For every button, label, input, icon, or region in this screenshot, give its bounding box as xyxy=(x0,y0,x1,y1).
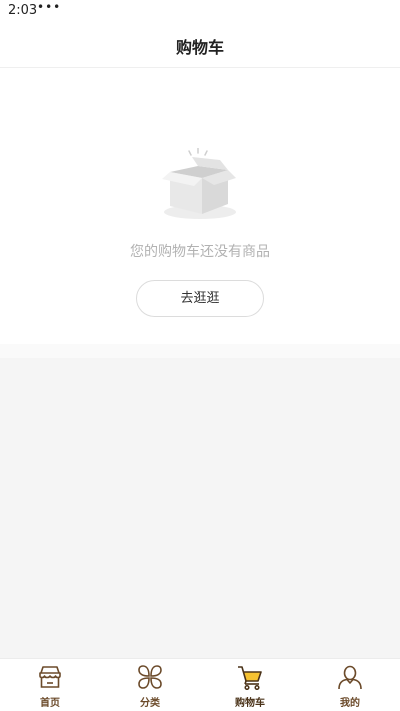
clover-icon xyxy=(138,665,162,689)
tab-home-label: 首页 xyxy=(40,698,60,709)
tab-category[interactable]: 分类 xyxy=(100,659,200,711)
status-more-dots: ••• xyxy=(37,0,62,14)
recommendation-area xyxy=(2,358,398,658)
section-divider xyxy=(0,344,400,358)
tab-mine[interactable]: 我的 xyxy=(300,659,400,711)
tab-home[interactable]: 首页 xyxy=(0,659,100,711)
tab-cart[interactable]: 购物车 xyxy=(200,659,300,711)
storefront-icon xyxy=(39,666,61,688)
bottom-tab-bar: 首页 分类 购物车 我的 xyxy=(0,658,400,711)
user-icon xyxy=(338,665,362,690)
tab-mine-label: 我的 xyxy=(340,698,360,709)
empty-cart-panel: 您的购物车还没有商品 去逛逛 xyxy=(0,68,400,344)
tab-category-label: 分类 xyxy=(140,698,160,709)
page-title: 购物车 xyxy=(175,38,224,57)
status-bar: 2:03 ••• xyxy=(0,0,400,22)
tab-cart-label: 购物车 xyxy=(235,698,265,709)
empty-cart-message: 您的购物车还没有商品 xyxy=(130,244,270,260)
status-time: 2:03 xyxy=(8,3,38,18)
header: 购物车 xyxy=(0,22,400,68)
empty-box-icon xyxy=(162,148,236,219)
cart-icon xyxy=(238,666,262,690)
go-shopping-button[interactable]: 去逛逛 xyxy=(136,280,264,317)
